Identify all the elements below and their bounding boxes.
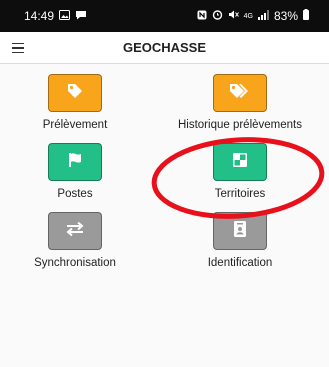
sync-arrows-icon — [65, 221, 85, 242]
battery-icon — [303, 9, 309, 23]
tile-label-identification: Identification — [207, 257, 273, 269]
signal-icon — [257, 9, 269, 23]
app-bar: GEOCHASSE — [0, 32, 329, 64]
territory-map-icon — [232, 152, 248, 173]
tile-identification[interactable]: Identification — [208, 212, 272, 272]
synchronisation-button[interactable] — [48, 212, 102, 250]
historique-button[interactable] — [213, 74, 267, 112]
tile-label-prelevement: Prélèvement — [42, 119, 108, 131]
flag-icon — [66, 151, 84, 174]
tile-label-historique: Historique prélèvements — [177, 119, 302, 131]
identification-button[interactable] — [213, 212, 267, 250]
mute-icon — [228, 9, 239, 23]
message-icon — [75, 9, 87, 23]
hamburger-menu-icon[interactable] — [12, 39, 26, 57]
app-title: GEOCHASSE — [122, 40, 207, 55]
prelevement-button[interactable] — [48, 74, 102, 112]
status-time: 14:49 — [24, 9, 55, 23]
image-icon — [59, 9, 71, 23]
territoires-button[interactable] — [213, 143, 267, 181]
tile-label-postes: Postes — [57, 188, 93, 200]
nfc-icon — [197, 9, 207, 23]
tag-icon — [66, 82, 84, 105]
tile-synchronisation[interactable]: Synchronisation — [34, 212, 116, 272]
id-badge-icon — [233, 220, 247, 243]
status-right: 4G 83% — [197, 9, 309, 23]
tile-postes[interactable]: Postes — [48, 143, 102, 203]
tags-icon — [228, 82, 252, 105]
battery-percent: 83% — [273, 9, 298, 23]
tile-historique[interactable]: Historique prélèvements — [178, 74, 302, 134]
network-label: 4G — [243, 12, 253, 20]
status-bar: 14:49 4G 83% — [0, 0, 329, 32]
tile-label-synchronisation: Synchronisation — [34, 257, 116, 269]
postes-button[interactable] — [48, 143, 102, 181]
alarm-icon — [212, 9, 223, 23]
tile-label-territoires: Territoires — [214, 188, 266, 200]
tile-territoires[interactable]: Territoires — [213, 143, 267, 203]
status-left: 14:49 — [24, 9, 87, 23]
tile-prelevement[interactable]: Prélèvement — [43, 74, 107, 134]
